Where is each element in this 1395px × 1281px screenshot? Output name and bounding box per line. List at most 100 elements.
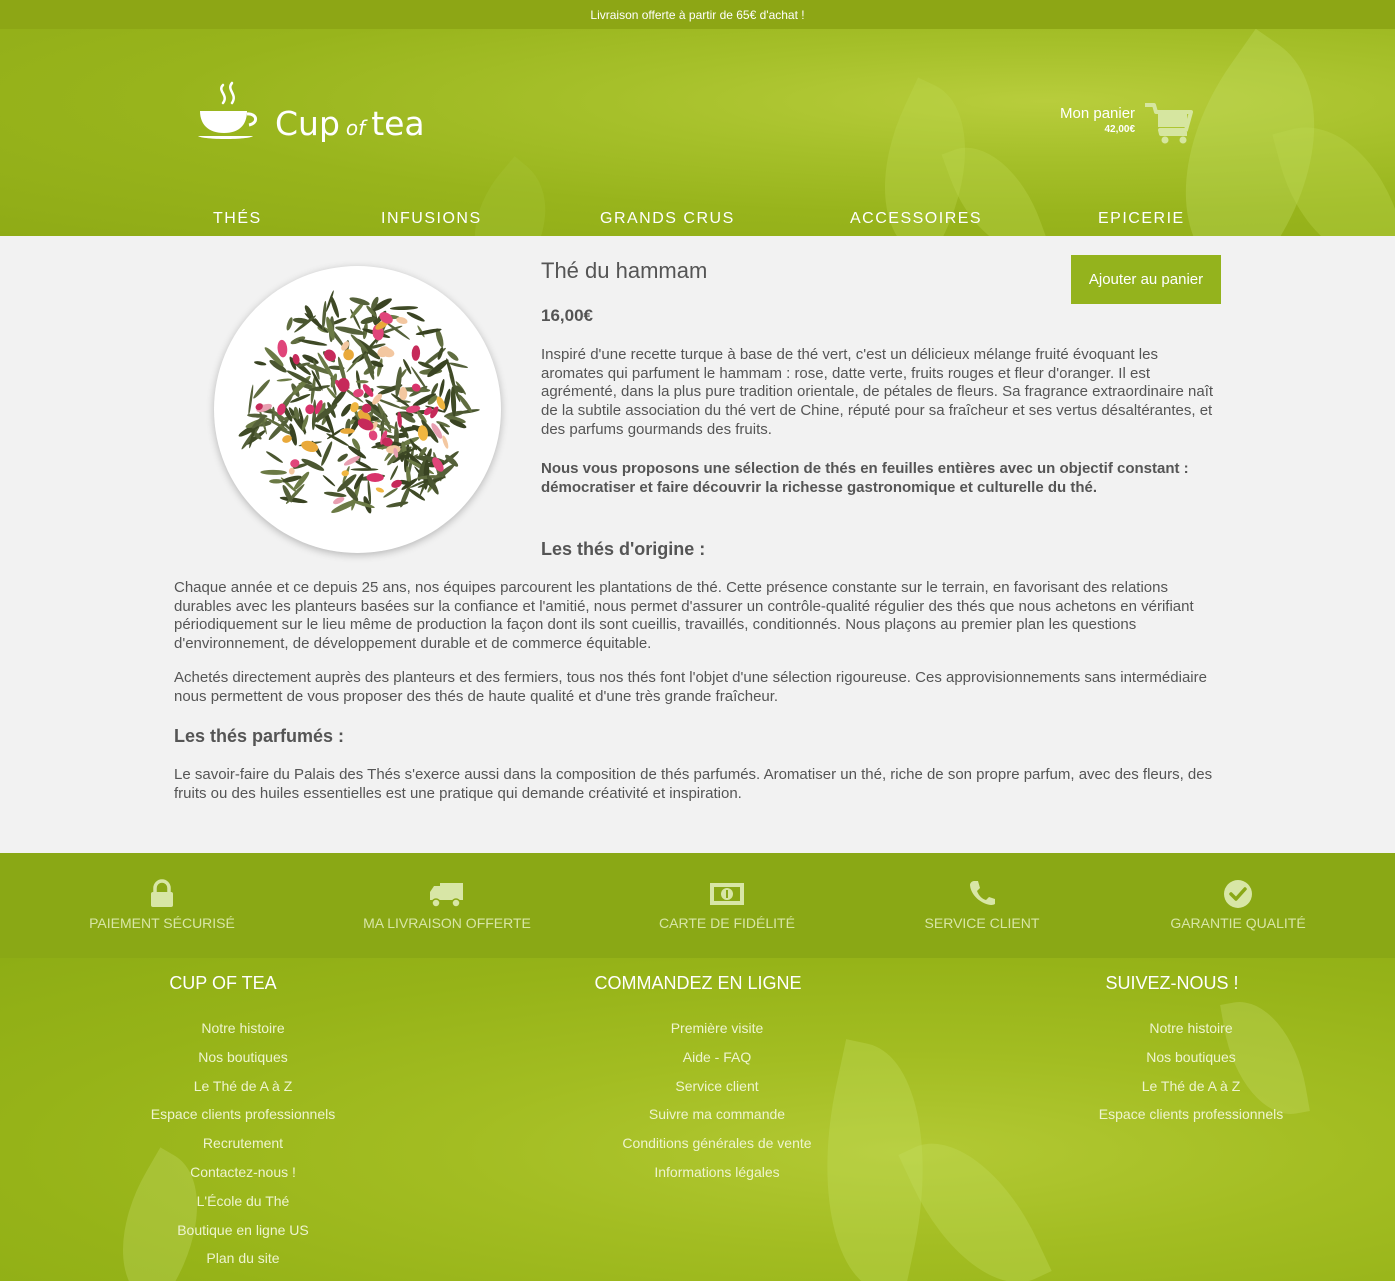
truck-icon — [430, 883, 463, 908]
tea-leaf — [389, 306, 419, 311]
flower-petal — [277, 339, 288, 358]
product-description: Inspiré d'une recette turque à base de t… — [541, 346, 1214, 438]
tea-leaf — [321, 441, 333, 466]
logo-word-of: of — [345, 116, 366, 140]
footer-heading: SUIVEZ-NOUS ! — [1105, 973, 1239, 993]
tea-leaf — [266, 451, 283, 463]
nav-item-grands-crus[interactable]: GRANDS CRUS — [600, 210, 735, 228]
footer-column-order-online: COMMANDEZ EN LIGNE Première visite Aide … — [548, 958, 848, 1187]
tea-leaf — [294, 315, 317, 333]
tea-leaf — [269, 479, 284, 484]
footer-link[interactable]: Première visite — [586, 1014, 848, 1043]
tea-leaf — [356, 370, 361, 390]
footer-link[interactable]: Espace clients professionnels — [113, 1100, 373, 1129]
promo-text: Livraison offerte à partir de 65€ d'acha… — [590, 8, 805, 22]
phone-icon — [970, 881, 995, 905]
footer-link[interactable]: L'École du Thé — [113, 1187, 373, 1216]
cart-label: Mon panier — [1060, 105, 1136, 122]
flavored-heading: Les thés parfumés : — [174, 726, 345, 746]
add-to-cart-button[interactable]: Ajouter au panier — [1071, 255, 1221, 304]
nav-item-infusions[interactable]: INFUSIONS — [381, 210, 482, 228]
tea-leaf — [322, 475, 336, 487]
footer-link[interactable]: Notre histoire — [113, 1014, 373, 1043]
footer-links: Première visite Aide - FAQ Service clien… — [586, 1014, 848, 1187]
footer-column-cup-of-tea: CUP OF TEA Notre histoire Nos boutiques … — [73, 958, 373, 1273]
footer-links: Notre histoire Nos boutiques Le Thé de A… — [1060, 1014, 1322, 1129]
tea-leaf — [390, 465, 398, 481]
tea-leaf — [330, 295, 340, 318]
footer-link[interactable]: Le Thé de A à Z — [113, 1072, 373, 1101]
footer-link[interactable]: Espace clients professionnels — [1060, 1100, 1322, 1129]
feature-label: SERVICE CLIENT — [924, 915, 1040, 931]
origin-paragraph-2: Achetés directement auprès des planteurs… — [174, 669, 1207, 705]
cart-amount: 42,00€ — [1104, 124, 1136, 135]
tea-leaf — [448, 362, 469, 368]
lock-icon — [151, 879, 173, 907]
flower-petal — [411, 345, 421, 361]
footer-heading: COMMANDEZ EN LIGNE — [594, 973, 802, 993]
logo-wordmark: Cup of tea — [275, 107, 425, 143]
cart-summary: Mon panier 42,00€ — [1060, 102, 1135, 135]
feature-quality-guarantee[interactable]: GARANTIE QUALITÉ — [1108, 853, 1368, 931]
feature-label: PAIEMENT SÉCURISÉ — [89, 915, 235, 931]
tea-leaf — [286, 317, 293, 331]
tea-leaf — [248, 384, 254, 416]
tea-leaf — [289, 423, 297, 446]
footer-link[interactable]: Nos boutiques — [1060, 1043, 1322, 1072]
flower-petal — [366, 473, 384, 482]
site-header: Cup of tea Mon panier 42,00€ THÉS INFUSION… — [0, 29, 1395, 236]
feature-free-delivery[interactable]: MA LIVRAISON OFFERTE — [317, 853, 577, 931]
logo-word-cup: Cup — [275, 104, 340, 143]
feature-label: CARTE DE FIDÉLITÉ — [659, 915, 795, 931]
tea-leaf — [377, 358, 383, 377]
tea-blend-illustration — [238, 290, 480, 514]
tea-leaf — [323, 491, 347, 498]
footer-link[interactable]: Le Thé de A à Z — [1060, 1072, 1322, 1101]
flower-petal — [343, 349, 354, 361]
tea-leaf — [254, 361, 267, 366]
footer-link[interactable]: Nos boutiques — [113, 1043, 373, 1072]
tea-leaf — [276, 378, 293, 382]
check-circle-icon — [1224, 880, 1252, 908]
tea-leaf — [350, 468, 379, 471]
footer-link[interactable]: Suivre ma commande — [586, 1100, 848, 1129]
tea-leaf — [386, 501, 409, 508]
flower-petal — [368, 430, 378, 441]
footer-column-follow-us: SUIVEZ-NOUS ! Notre histoire Nos boutiqu… — [1022, 958, 1322, 1129]
tea-leaf — [335, 326, 366, 335]
footer-link[interactable]: Plan du site — [113, 1244, 373, 1273]
features-bar: PAIEMENT SÉCURISÉ MA LIVRAISON OFFERTE C… — [0, 853, 1395, 958]
nav-item-epicerie[interactable]: EPICERIE — [1098, 210, 1185, 228]
tea-leaf — [322, 300, 327, 331]
origin-heading: Les thés d'origine : — [541, 539, 706, 559]
cart-widget[interactable]: Mon panier 42,00€ — [1060, 102, 1194, 144]
tea-leaf — [383, 487, 398, 498]
footer-link[interactable]: Recrutement — [113, 1129, 373, 1158]
feature-label: MA LIVRAISON OFFERTE — [363, 915, 531, 931]
footer-link[interactable]: Service client — [586, 1072, 848, 1101]
product-title: Thé du hammam — [541, 258, 708, 283]
product-highlight: Nous vous proposons une sélection de thé… — [541, 460, 1189, 496]
site-logo[interactable]: Cup of tea — [197, 81, 425, 143]
footer-link[interactable]: Boutique en ligne US — [113, 1216, 373, 1245]
nav-item-accessoires[interactable]: ACCESSOIRES — [850, 210, 982, 228]
footer-link[interactable]: Contactez-nous ! — [113, 1158, 373, 1187]
feature-secure-payment[interactable]: PAIEMENT SÉCURISÉ — [32, 853, 292, 931]
money-icon — [710, 883, 744, 905]
feature-customer-service[interactable]: SERVICE CLIENT — [852, 853, 1112, 931]
flower-petal — [442, 435, 449, 449]
feature-label: GARANTIE QUALITÉ — [1170, 915, 1306, 931]
product-image — [214, 266, 501, 553]
footer-link[interactable]: Aide - FAQ — [586, 1043, 848, 1072]
tea-leaf — [253, 379, 270, 399]
tea-leaf — [260, 469, 287, 475]
footer-link[interactable]: Informations légales — [586, 1158, 848, 1187]
footer-links: Notre histoire Nos boutiques Le Thé de A… — [113, 1014, 373, 1273]
site-footer: CUP OF TEA Notre histoire Nos boutiques … — [0, 958, 1395, 1281]
nav-item-thes[interactable]: THÉS — [213, 210, 262, 228]
feature-loyalty-card[interactable]: CARTE DE FIDÉLITÉ — [597, 853, 857, 931]
footer-link[interactable]: Conditions générales de vente — [586, 1129, 848, 1158]
footer-link[interactable]: Notre histoire — [1060, 1014, 1322, 1043]
product-price: 16,00€ — [541, 306, 593, 325]
tea-leaf — [298, 339, 328, 346]
